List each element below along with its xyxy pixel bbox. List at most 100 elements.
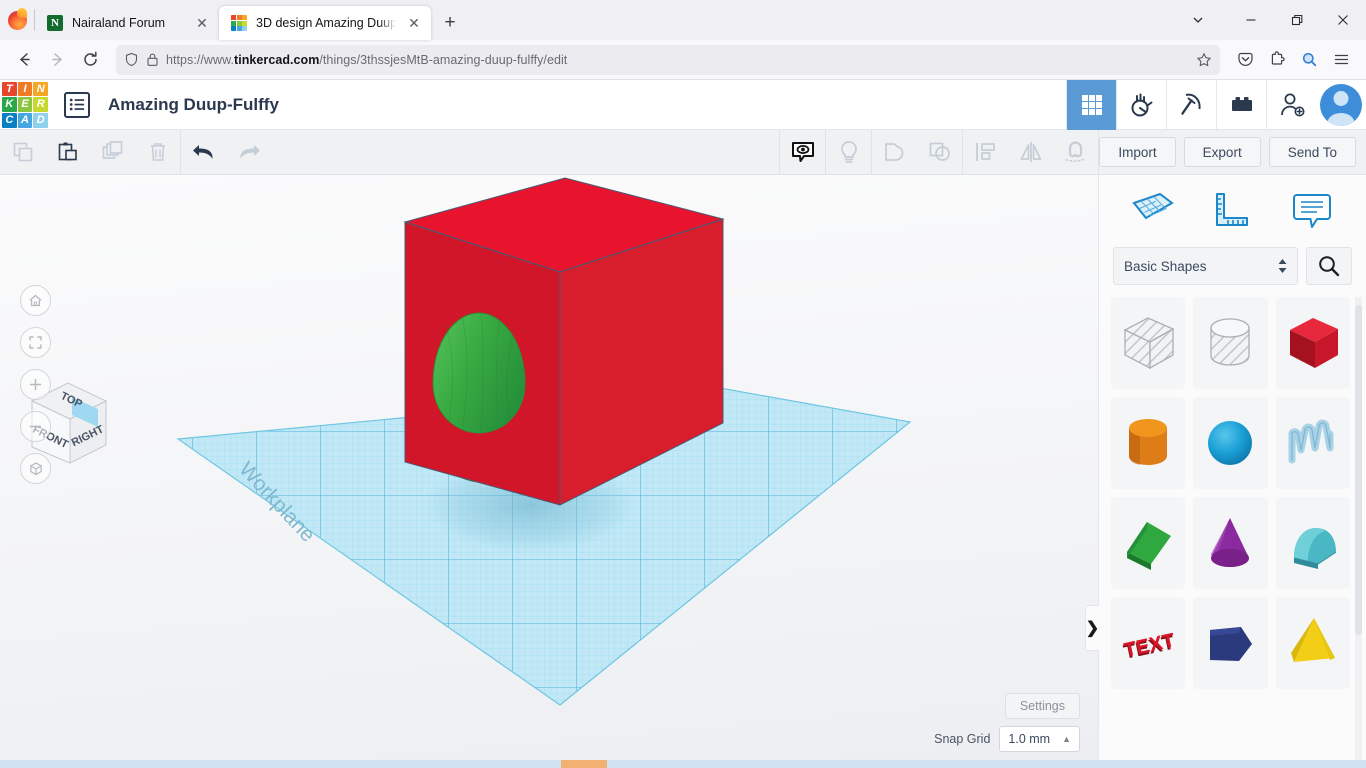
browser-tab-strip: N Nairaland Forum ✕ 3D design Amazing Du… [0, 0, 1366, 40]
browser-tab-tinkercad[interactable]: 3D design Amazing Duup-Fulffy ✕ [219, 6, 431, 40]
undo-icon[interactable] [181, 130, 226, 175]
zoom-in-icon[interactable] [20, 369, 51, 400]
task-view-icon[interactable] [423, 760, 469, 768]
system-tray: 25°C Mostly cloudy 10:27 23/08/2023 7 [988, 762, 1366, 768]
edge-browser-icon[interactable] [515, 760, 561, 768]
ruler-icon[interactable] [1204, 183, 1260, 239]
shield-icon [124, 52, 139, 67]
group-icon[interactable] [872, 130, 917, 175]
duplicate-icon[interactable] [90, 130, 135, 175]
reload-button[interactable] [75, 44, 106, 75]
logo-tile: T [2, 82, 17, 97]
browser-tab-nairaland[interactable]: N Nairaland Forum ✕ [35, 6, 219, 40]
redo-icon[interactable] [226, 130, 271, 175]
window-minimize-button[interactable] [1228, 0, 1274, 40]
windows-taskbar: Type here to search 🏘️ [0, 760, 1366, 768]
mirror-flip-icon[interactable] [1008, 130, 1053, 175]
view-navigation-controls [20, 285, 51, 495]
workplane-icon[interactable] [1125, 183, 1181, 239]
blocks-grid-icon[interactable] [1066, 80, 1116, 130]
lego-brick-icon[interactable] [1216, 80, 1266, 130]
shapes-panel: ❯ [1098, 175, 1366, 760]
forward-button[interactable] [42, 44, 73, 75]
back-button[interactable] [9, 44, 40, 75]
extensions-icon[interactable] [1262, 44, 1293, 75]
panel-collapse-chevron-icon[interactable]: ❯ [1085, 605, 1099, 651]
shapes-grid: TEXT TEXT [1099, 297, 1366, 760]
list-all-tabs-chevron-icon[interactable] [1168, 0, 1228, 40]
snap-grid-select[interactable]: 1.0 mm ▲ [999, 726, 1080, 752]
tab-close-icon[interactable]: ✕ [193, 14, 211, 32]
design-canvas[interactable]: Workplane [0, 175, 1098, 760]
logo-tile: R [33, 97, 48, 112]
note-icon[interactable] [1284, 183, 1340, 239]
logo-tile: D [33, 113, 48, 128]
file-explorer-icon[interactable] [469, 760, 515, 768]
logo-tile: I [18, 82, 33, 97]
start-button[interactable] [0, 760, 48, 768]
shape-polygon-navy[interactable] [1193, 597, 1267, 689]
page-title[interactable]: Amazing Duup-Fulffy [108, 95, 279, 115]
shape-cylinder-orange[interactable] [1111, 397, 1185, 489]
delete-trash-icon[interactable] [135, 130, 180, 175]
fit-to-view-icon[interactable] [20, 327, 51, 358]
hamburger-menu-icon[interactable] [1326, 44, 1357, 75]
editor-toolbar: Import Export Send To [0, 130, 1366, 175]
shape-pyramid-yellow[interactable] [1276, 597, 1350, 689]
align-icon[interactable] [963, 130, 1008, 175]
home-view-icon[interactable] [20, 285, 51, 316]
window-close-button[interactable] [1320, 0, 1366, 40]
codeblocks-icon[interactable] [1116, 80, 1166, 130]
invite-person-icon[interactable] [1266, 80, 1316, 130]
zoom-out-icon[interactable] [20, 411, 51, 442]
import-button[interactable]: Import [1099, 137, 1175, 167]
copy-icon[interactable] [0, 130, 45, 175]
editor-body: Workplane [0, 175, 1366, 760]
browser-tab-title: Nairaland Forum [72, 16, 184, 30]
panel-tool-row [1099, 175, 1366, 247]
zoom-search-icon[interactable] [1294, 44, 1325, 75]
show-hide-eye-icon[interactable] [780, 130, 825, 175]
perspective-toggle-icon[interactable] [20, 453, 51, 484]
shape-box-red[interactable] [1276, 297, 1350, 389]
new-tab-button[interactable]: + [435, 8, 465, 38]
firefox-browser-icon[interactable] [561, 760, 607, 768]
history-tool-group [181, 130, 271, 175]
paste-icon[interactable] [45, 130, 90, 175]
shape-cone-purple[interactable] [1193, 497, 1267, 589]
shape-search-button[interactable] [1306, 247, 1352, 285]
shape-roof-green[interactable] [1111, 497, 1185, 589]
window-restore-button[interactable] [1274, 0, 1320, 40]
ungroup-icon[interactable] [917, 130, 962, 175]
shape-cylinder-hole[interactable] [1193, 297, 1267, 389]
lightbulb-hint-icon[interactable] [826, 130, 871, 175]
caret-up-icon: ▲ [1062, 734, 1071, 744]
toolbar-buttons: Import Export Send To [1099, 137, 1366, 167]
spinner-arrows-icon [1278, 259, 1287, 273]
shape-category-select[interactable]: Basic Shapes [1113, 247, 1298, 285]
notification-center-icon[interactable]: 7 [1326, 762, 1360, 768]
url-address-bar[interactable]: https://www.tinkercad.com/things/3thssje… [116, 45, 1220, 75]
logo-tile: K [2, 97, 17, 112]
shape-scribble[interactable] [1276, 397, 1350, 489]
shape-box-hole[interactable] [1111, 297, 1185, 389]
tinkercad-logo[interactable]: T I N K E R C A D [2, 82, 48, 128]
pocket-icon[interactable] [1230, 44, 1261, 75]
shape-half-cylinder-teal[interactable] [1276, 497, 1350, 589]
tinkercad-favicon-icon [231, 15, 247, 31]
tinkercad-header: T I N K E R C A D Amazing Duup-Fulffy [0, 80, 1366, 130]
tab-close-icon[interactable]: ✕ [405, 14, 423, 32]
shape-text-red[interactable]: TEXT TEXT [1111, 597, 1185, 689]
minecraft-pickaxe-icon[interactable] [1166, 80, 1216, 130]
shape-sphere-blue[interactable] [1193, 397, 1267, 489]
firefox-logo-icon [0, 0, 34, 40]
send-to-button[interactable]: Send To [1269, 137, 1356, 167]
project-list-toggle-icon[interactable] [64, 92, 90, 118]
panel-scrollbar-thumb[interactable] [1355, 305, 1362, 635]
lock-icon [146, 52, 159, 67]
magnet-snap-icon[interactable] [1053, 130, 1098, 175]
export-button[interactable]: Export [1184, 137, 1261, 167]
settings-button[interactable]: Settings [1005, 693, 1080, 719]
star-icon[interactable] [1196, 52, 1212, 68]
user-avatar[interactable] [1316, 80, 1366, 130]
